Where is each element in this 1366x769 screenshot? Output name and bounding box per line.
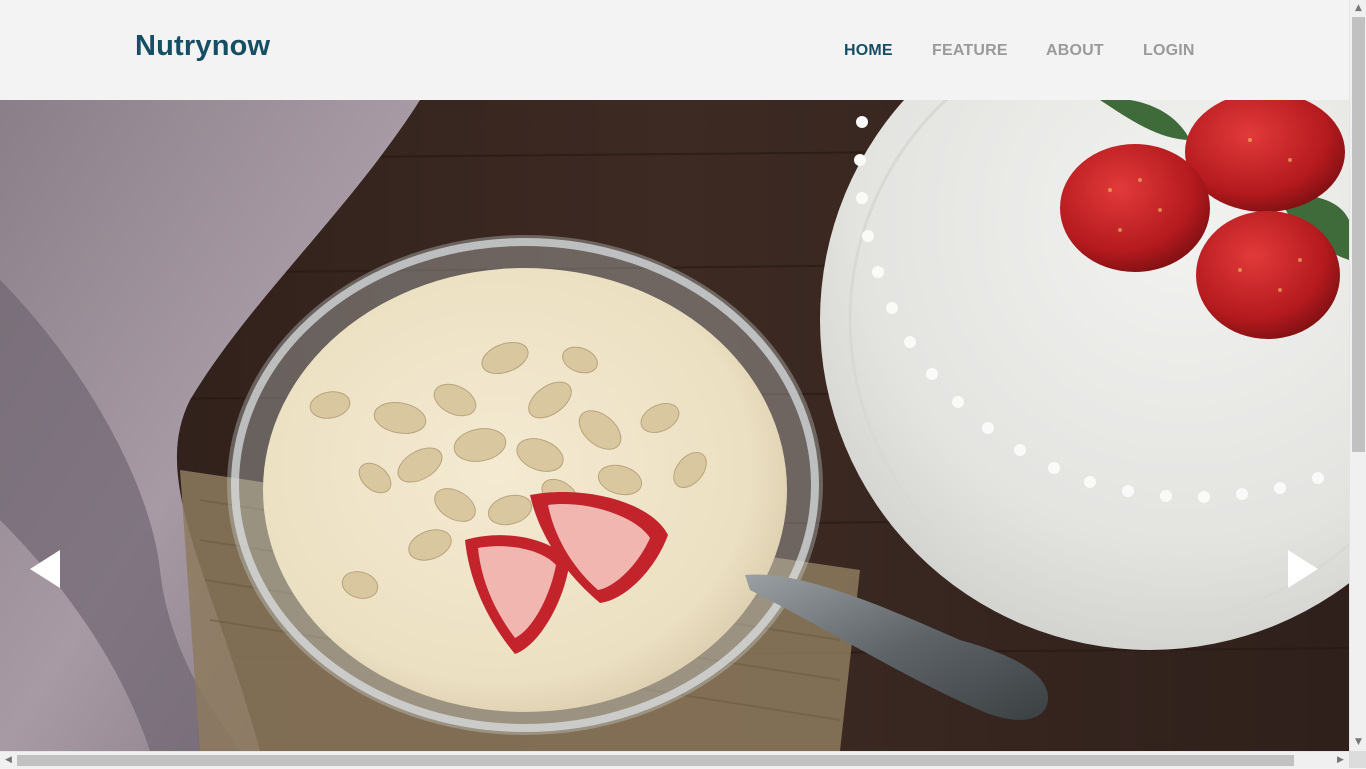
triangle-left-icon	[30, 550, 60, 588]
hero-slider	[0, 100, 1349, 751]
vertical-scrollbar[interactable]: ▲ ▼	[1349, 0, 1366, 751]
nav-home-link[interactable]: HOME	[844, 42, 893, 60]
main-nav: HOME FEATURE ABOUT LOGIN	[0, 42, 1349, 62]
hero-image	[0, 100, 1349, 751]
vertical-scroll-thumb[interactable]	[1352, 17, 1365, 452]
slider-next-button[interactable]	[1286, 548, 1320, 590]
slider-prev-button[interactable]	[28, 548, 62, 590]
nav-about-link[interactable]: ABOUT	[1046, 42, 1104, 60]
nav-feature-link[interactable]: FEATURE	[932, 42, 1008, 60]
scrollbar-corner	[1349, 751, 1366, 768]
horizontal-scroll-thumb[interactable]	[17, 755, 1294, 766]
nav-login-link[interactable]: LOGIN	[1143, 42, 1195, 60]
scroll-down-icon[interactable]: ▼	[1350, 734, 1366, 751]
triangle-right-icon	[1288, 550, 1318, 588]
horizontal-scrollbar[interactable]: ◀ ▶	[0, 751, 1349, 768]
scroll-up-icon[interactable]: ▲	[1350, 0, 1366, 17]
scroll-left-icon[interactable]: ◀	[0, 752, 17, 769]
scroll-right-icon[interactable]: ▶	[1332, 752, 1349, 769]
site-header: Nutrynow HOME FEATURE ABOUT LOGIN	[0, 0, 1349, 100]
